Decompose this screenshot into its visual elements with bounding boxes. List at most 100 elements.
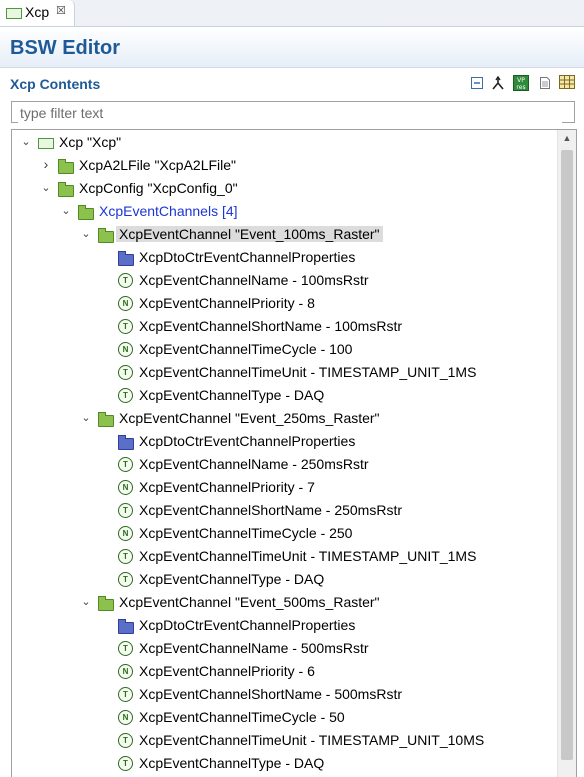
tree-item-label: XcpEventChannel "Event_500ms_Raster": [119, 594, 380, 610]
tree-item[interactable]: T XcpEventChannelShortName - 100msRstr: [12, 316, 552, 338]
filter-field[interactable]: [11, 101, 575, 123]
link-editor-icon[interactable]: [491, 76, 505, 90]
tree-item-label: XcpEventChannelTimeCycle - 250: [139, 525, 353, 541]
folder-icon: [58, 182, 74, 197]
scroll-up-icon[interactable]: ▲: [558, 133, 576, 143]
tree-item-label: XcpA2LFile "XcpA2LFile": [79, 157, 237, 173]
tree-item[interactable]: T XcpEventChannelType - DAQ: [12, 385, 552, 407]
chevron-down-icon[interactable]: ⌄: [20, 135, 32, 149]
chevron-down-icon[interactable]: ⌄: [80, 411, 92, 425]
tree-item[interactable]: T XcpEventChannelShortName - 250msRstr: [12, 500, 552, 522]
text-parameter-icon: T: [118, 641, 133, 656]
chevron-down-icon[interactable]: ⌄: [40, 181, 52, 195]
tree-item-label: XcpConfig "XcpConfig_0": [79, 180, 238, 196]
tree-item[interactable]: T XcpEventChannelName - 250msRstr: [12, 454, 552, 476]
tree-item[interactable]: ⌄ XcpEventChannels [4]: [12, 201, 552, 223]
tree-item[interactable]: XcpDtoCtrEventChannelProperties: [12, 615, 552, 637]
folder-icon: [98, 596, 114, 611]
text-parameter-icon: T: [118, 319, 133, 334]
tree-item[interactable]: ⌄ Xcp "Xcp": [12, 132, 552, 154]
close-icon[interactable]: ☒: [56, 4, 66, 17]
tree-item[interactable]: ⌄ XcpConfig "XcpConfig_0": [12, 178, 552, 200]
tree-item[interactable]: XcpDtoCtrEventChannelProperties: [12, 247, 552, 269]
folder-icon: [98, 412, 114, 427]
tree-item[interactable]: XcpDtoCtrEventChannelProperties: [12, 431, 552, 453]
text-parameter-icon: T: [118, 457, 133, 472]
tree-item[interactable]: N XcpEventChannelPriority - 6: [12, 661, 552, 683]
tree-item[interactable]: T XcpEventChannelType - DAQ: [12, 569, 552, 591]
collapse-all-icon[interactable]: [470, 76, 484, 90]
filter-input[interactable]: [18, 103, 562, 123]
text-parameter-icon: T: [118, 503, 133, 518]
section-title: Xcp Contents: [10, 76, 101, 92]
tree-item-label: XcpEventChannelTimeUnit - TIMESTAMP_UNIT…: [139, 732, 485, 748]
chevron-right-icon[interactable]: ›: [40, 157, 52, 171]
tree-item[interactable]: T XcpEventChannelName - 100msRstr: [12, 270, 552, 292]
vp-label: VP: [517, 77, 525, 84]
tree-item-label: XcpEventChannelType - DAQ: [139, 755, 325, 771]
module-icon: [38, 138, 54, 149]
tree-item[interactable]: T XcpEventChannelShortName - 500msRstr: [12, 684, 552, 706]
tree-item-label: XcpEventChannelTimeCycle - 100: [139, 341, 353, 357]
tree-item-label: XcpEventChannelTimeUnit - TIMESTAMP_UNIT…: [139, 364, 477, 380]
tree-item[interactable]: T XcpEventChannelTimeUnit - TIMESTAMP_UNI…: [12, 362, 552, 384]
tree-item-label: XcpEventChannelPriority - 7: [139, 479, 315, 495]
vertical-scrollbar[interactable]: ▲: [557, 130, 576, 777]
numeric-parameter-icon: N: [118, 526, 133, 541]
tree-item[interactable]: N XcpEventChannelTimeCycle - 50: [12, 707, 552, 729]
text-parameter-icon: T: [118, 572, 133, 587]
tree-item[interactable]: › XcpA2LFile "XcpA2LFile": [12, 155, 552, 177]
chevron-down-icon[interactable]: ⌄: [60, 204, 72, 218]
tree-item-label: XcpDtoCtrEventChannelProperties: [139, 617, 356, 633]
text-parameter-icon: T: [118, 388, 133, 403]
folder-icon: [98, 228, 114, 243]
module-icon: [6, 8, 22, 19]
text-parameter-icon: T: [118, 687, 133, 702]
text-parameter-icon: T: [118, 365, 133, 380]
tree-item-label: XcpEventChannels [4]: [99, 203, 238, 219]
text-parameter-icon: T: [118, 549, 133, 564]
numeric-parameter-icon: N: [118, 480, 133, 495]
tree-item[interactable]: T XcpEventChannelType - DAQ: [12, 753, 552, 775]
numeric-parameter-icon: N: [118, 296, 133, 311]
numeric-parameter-icon: N: [118, 342, 133, 357]
numeric-parameter-icon: N: [118, 664, 133, 679]
tree-item-label: XcpEventChannelName - 100msRstr: [139, 272, 369, 288]
tree-item-label: XcpEventChannelName - 500msRstr: [139, 640, 369, 656]
tree-item-label: XcpEventChannelShortName - 500msRstr: [139, 686, 403, 702]
blue-folder-icon: [118, 251, 134, 266]
tab-label: Xcp: [25, 4, 50, 20]
res-label: res: [516, 84, 525, 91]
tree-item[interactable]: N XcpEventChannelTimeCycle - 250: [12, 523, 552, 545]
contents-tree: ⌄ Xcp "Xcp" › XcpA2LFile "XcpA2LFile" ⌄ XcpCo…: [11, 129, 577, 777]
blue-folder-icon: [118, 619, 134, 634]
tree-item-label: XcpDtoCtrEventChannelProperties: [139, 249, 356, 265]
editor-header: BSW Editor: [0, 27, 584, 68]
tree-item-label: XcpEventChannelTimeUnit - TIMESTAMP_UNIT…: [139, 548, 477, 564]
chevron-down-icon[interactable]: ⌄: [80, 595, 92, 609]
tree-item[interactable]: ⌄ XcpEventChannel "Event_250ms_Raster": [12, 408, 552, 430]
text-parameter-icon: T: [118, 756, 133, 771]
tab-xcp[interactable]: Xcp ☒: [0, 0, 75, 26]
document-icon[interactable]: [538, 76, 552, 90]
numeric-parameter-icon: N: [118, 710, 133, 725]
tree-item[interactable]: T XcpEventChannelName - 500msRstr: [12, 638, 552, 660]
tree-item[interactable]: ⌄ XcpEventChannel "Event_100ms_Raster": [12, 224, 552, 246]
tree-item[interactable]: N XcpEventChannelPriority - 8: [12, 293, 552, 315]
tree-item-label: XcpEventChannelType - DAQ: [139, 571, 325, 587]
grid-view-icon[interactable]: [559, 75, 575, 89]
tree-item-label: XcpEventChannelName - 250msRstr: [139, 456, 369, 472]
tree-item-label: Xcp "Xcp": [59, 134, 122, 150]
page-title: BSW Editor: [10, 37, 120, 59]
tree-item[interactable]: ⌄ XcpEventChannel "Event_500ms_Raster": [12, 592, 552, 614]
chevron-down-icon[interactable]: ⌄: [80, 227, 92, 241]
text-parameter-icon: T: [118, 273, 133, 288]
vp-res-icon[interactable]: VP res: [513, 75, 529, 91]
tree-item[interactable]: N XcpEventChannelPriority - 7: [12, 477, 552, 499]
tree-item[interactable]: T XcpEventChannelTimeUnit - TIMESTAMP_UNI…: [12, 730, 552, 752]
tree-item[interactable]: T XcpEventChannelTimeUnit - TIMESTAMP_UNI…: [12, 546, 552, 568]
tree-item-label: XcpEventChannelPriority - 8: [139, 295, 315, 311]
scrollbar-thumb[interactable]: [561, 150, 573, 760]
tree-item[interactable]: N XcpEventChannelTimeCycle - 100: [12, 339, 552, 361]
editor-tab-bar: Xcp ☒: [0, 0, 584, 27]
